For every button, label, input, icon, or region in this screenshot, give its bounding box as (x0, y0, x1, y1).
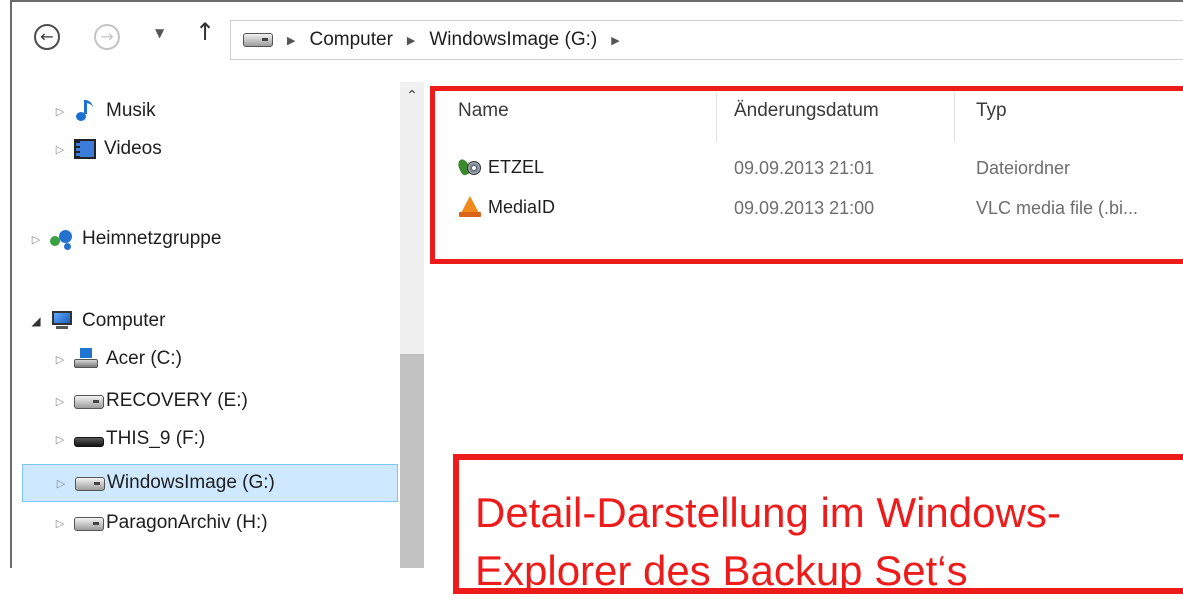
expand-arrow-icon[interactable]: ▷ (52, 353, 68, 366)
sidebar-item-label: Musik (106, 100, 156, 121)
column-divider[interactable] (716, 92, 717, 142)
music-icon (74, 100, 98, 122)
expand-arrow-icon[interactable]: ▷ (53, 477, 69, 490)
drive-icon (74, 395, 104, 409)
breadcrumb-chevron-icon[interactable]: ▶ (611, 34, 619, 47)
column-header-type[interactable]: Typ (976, 100, 1007, 122)
sidebar-item-label: Computer (82, 310, 166, 331)
sidebar-item-this9[interactable]: ▷ THIS_9 (F:) (52, 422, 205, 456)
forward-arrow-icon[interactable]: → (94, 24, 120, 50)
sidebar-item-label: Acer (C:) (106, 348, 182, 369)
callout-line-2: Explorer des Backup Set‘s (475, 547, 968, 594)
sidebar-item-recovery[interactable]: ▷ RECOVERY (E:) (52, 384, 248, 418)
sidebar-item-videos[interactable]: ▷ Videos (52, 132, 162, 166)
column-header-name[interactable]: Name (458, 100, 509, 122)
sidebar-item-windowsimage[interactable]: ▷ WindowsImage (G:) (22, 464, 398, 502)
etzel-folder-icon (458, 156, 482, 178)
drive-icon (74, 517, 104, 531)
sidebar-item-musik[interactable]: ▷ Musik (52, 94, 156, 128)
sidebar-item-acer[interactable]: ▷ Acer (C:) (52, 342, 182, 376)
scrollbar-thumb[interactable] (400, 354, 424, 568)
chevron-down-icon[interactable]: ▼ (155, 26, 164, 40)
annotation-callout: Detail-Darstellung im Windows- Explorer … (453, 454, 1183, 594)
back-arrow-icon[interactable]: ← (34, 24, 60, 50)
vlc-icon (458, 196, 482, 218)
table-row[interactable]: MediaID 09.09.2013 21:00 VLC media file … (424, 194, 1183, 226)
sidebar-item-computer[interactable]: ◢ Computer (28, 304, 165, 338)
collapse-arrow-icon[interactable]: ◢ (28, 314, 44, 328)
removable-drive-icon (74, 437, 104, 447)
sidebar-item-label: WindowsImage (G:) (107, 472, 275, 493)
address-toolbar: ← → ▼ ↑ ▶ Computer ▶ WindowsImage (G:) ▶ (12, 2, 1183, 82)
expand-arrow-icon[interactable]: ▷ (52, 517, 68, 530)
column-divider[interactable] (954, 92, 955, 142)
sidebar-item-label: Heimnetzgruppe (82, 228, 222, 249)
sidebar-item-paragonarchiv[interactable]: ▷ ParagonArchiv (H:) (52, 506, 268, 540)
file-name: ETZEL (458, 156, 544, 178)
drive-icon (243, 33, 273, 47)
homegroup-icon (50, 228, 74, 250)
windows-drive-icon (74, 348, 98, 370)
expand-arrow-icon[interactable]: ▷ (28, 233, 44, 246)
navigation-pane: ▷ Musik ▷ Videos ▷ Heimnetzgruppe ◢ Comp… (12, 82, 400, 568)
file-date: 09.09.2013 21:01 (734, 158, 875, 178)
sidebar-item-label: ParagonArchiv (H:) (106, 512, 268, 533)
scroll-up-icon[interactable]: ⌃ (400, 88, 424, 104)
expand-arrow-icon[interactable]: ▷ (52, 433, 68, 446)
breadcrumb-chevron-icon[interactable]: ▶ (287, 34, 295, 47)
drive-icon (75, 472, 105, 494)
column-header-date[interactable]: Änderungsdatum (734, 100, 879, 122)
file-name: MediaID (458, 196, 555, 218)
drive-icon (74, 390, 104, 412)
file-name-label: MediaID (488, 196, 556, 217)
file-type: Dateiordner (976, 158, 1071, 178)
callout-line-1: Detail-Darstellung im Windows- (475, 489, 1061, 536)
breadcrumb-computer[interactable]: Computer (309, 29, 392, 51)
sidebar-item-label: Videos (104, 138, 162, 159)
computer-icon (50, 310, 74, 332)
table-row[interactable]: ETZEL 09.09.2013 21:01 Dateiordner (424, 154, 1183, 186)
breadcrumb-windowsimage[interactable]: WindowsImage (G:) (429, 29, 597, 51)
drive-icon (74, 512, 104, 534)
sidebar-item-label: RECOVERY (E:) (106, 390, 248, 411)
sidebar-item-label: THIS_9 (F:) (106, 428, 206, 449)
file-type: VLC media file (.bi... (976, 198, 1139, 218)
navigation-scrollbar[interactable]: ⌃ (400, 82, 424, 568)
expand-arrow-icon[interactable]: ▷ (52, 143, 68, 156)
expand-arrow-icon[interactable]: ▷ (52, 105, 68, 118)
file-date: 09.09.2013 21:00 (734, 198, 875, 218)
drive-icon (75, 477, 105, 491)
removable-drive-icon (74, 428, 104, 450)
up-arrow-icon[interactable]: ↑ (195, 20, 215, 44)
expand-arrow-icon[interactable]: ▷ (52, 395, 68, 408)
address-bar[interactable]: ▶ Computer ▶ WindowsImage (G:) ▶ (230, 20, 1183, 60)
sidebar-item-heimnetzgruppe[interactable]: ▷ Heimnetzgruppe (28, 222, 222, 256)
video-icon (74, 139, 96, 159)
breadcrumb-chevron-icon[interactable]: ▶ (407, 34, 415, 47)
file-name-label: ETZEL (488, 156, 545, 177)
